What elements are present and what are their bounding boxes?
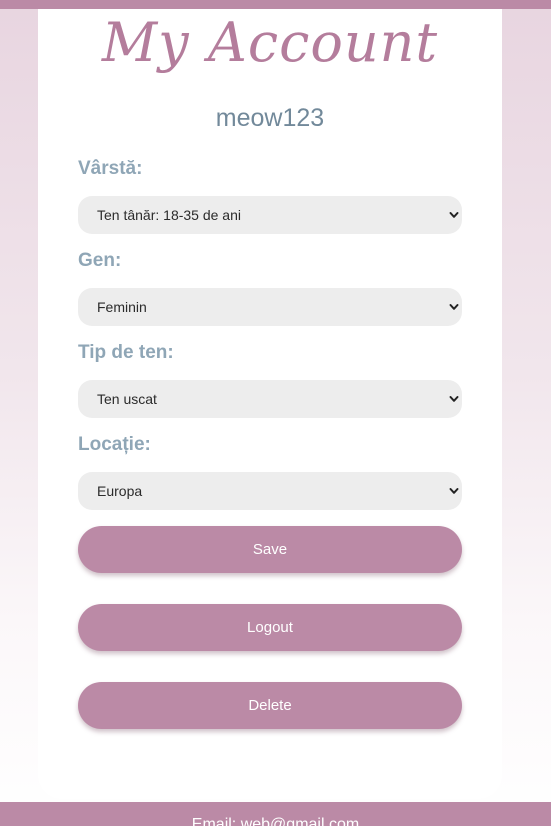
skin-type-label: Tip de ten: bbox=[78, 342, 174, 363]
location-select-value: Europa bbox=[97, 483, 143, 499]
footer-contact: Email: web@gmail.com bbox=[191, 816, 360, 826]
logout-button[interactable]: Logout bbox=[78, 604, 462, 651]
username: meow123 bbox=[215, 104, 325, 132]
age-select-value: Ten tânăr: 18-35 de ani bbox=[97, 207, 241, 223]
skin-type-select-value: Ten uscat bbox=[97, 391, 157, 407]
footer: Email: web@gmail.com bbox=[0, 802, 551, 826]
chevron-down-icon bbox=[449, 396, 459, 402]
age-select[interactable]: Ten tânăr: 18-35 de ani bbox=[78, 196, 462, 234]
page-title: My Account bbox=[101, 11, 439, 74]
gender-label: Gen: bbox=[78, 250, 122, 271]
location-select[interactable]: Europa bbox=[78, 472, 462, 510]
top-bar bbox=[0, 0, 551, 9]
skin-type-select[interactable]: Ten uscat bbox=[78, 380, 462, 418]
chevron-down-icon bbox=[449, 212, 459, 218]
chevron-down-icon bbox=[449, 488, 459, 494]
gender-select[interactable]: Feminin bbox=[78, 288, 462, 326]
gender-select-value: Feminin bbox=[97, 299, 147, 315]
account-card: My Account meow123 Vârstă: Ten tânăr: 18… bbox=[38, 9, 502, 799]
save-button[interactable]: Save bbox=[78, 526, 462, 573]
delete-button[interactable]: Delete bbox=[78, 682, 462, 729]
location-label: Locație: bbox=[78, 434, 151, 455]
age-label: Vârstă: bbox=[78, 158, 143, 179]
chevron-down-icon bbox=[449, 304, 459, 310]
